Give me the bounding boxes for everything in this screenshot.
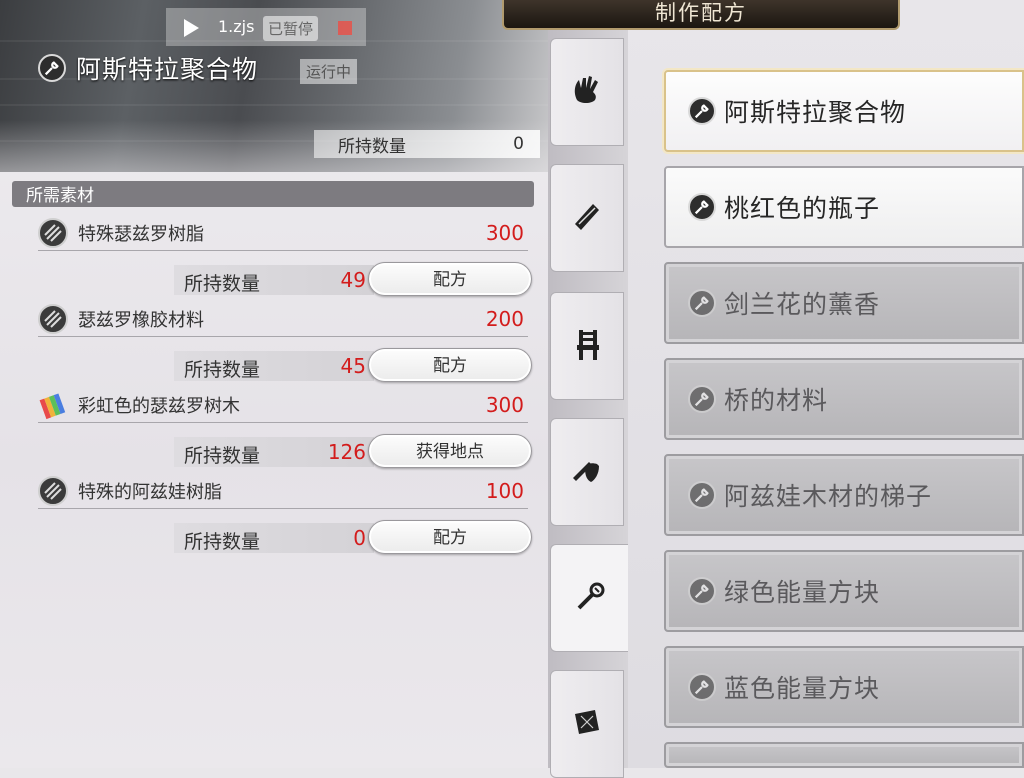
- tab-cloth[interactable]: [550, 164, 624, 272]
- resin-icon: [38, 476, 68, 506]
- rainbow-wood-icon: [38, 390, 68, 420]
- recipe-label: 绿色能量方块: [724, 578, 881, 607]
- material-required: 200: [485, 307, 524, 331]
- play-icon[interactable]: [184, 19, 199, 37]
- recipe-item[interactable]: 桃红色的瓶子: [664, 166, 1024, 248]
- source-location-button[interactable]: 获得地点: [368, 434, 532, 468]
- held-value: 126: [327, 440, 366, 464]
- recipe-item[interactable]: 剑兰花的薰香: [664, 262, 1024, 344]
- detail-panel: 阿斯特拉聚合物 1.zjs 已暂停 运行中 所持数量 0 所需素材 特殊瑟兹罗树…: [0, 0, 548, 768]
- tools-icon: [571, 576, 611, 620]
- running-badge: 运行中: [300, 59, 358, 84]
- held-value: 0: [513, 134, 524, 154]
- script-overlay: 1.zjs 已暂停: [166, 8, 366, 46]
- tab-gloves[interactable]: [550, 38, 624, 146]
- resin-icon: [38, 218, 68, 248]
- recipe-label: 桃红色的瓶子: [724, 194, 881, 223]
- recipe-item[interactable]: 蓝色能量方块: [664, 646, 1024, 728]
- cloth-icon: [567, 196, 607, 240]
- material-name: 特殊的阿兹娃树脂: [78, 482, 222, 503]
- recipe-label: 阿兹娃木材的梯子: [724, 482, 933, 511]
- material-held: 所持数量 0: [174, 523, 374, 553]
- held-value: 49: [340, 268, 366, 292]
- recipe-item-partial[interactable]: [664, 742, 1024, 768]
- recipe-label: 剑兰花的薰香: [724, 290, 881, 319]
- script-name: 1.zjs: [218, 17, 255, 36]
- material-required: 300: [485, 221, 524, 245]
- recipe-button[interactable]: 配方: [368, 348, 532, 382]
- material-held: 所持数量 126: [174, 437, 374, 467]
- item-held-count: 所持数量 0: [314, 130, 540, 158]
- recipe-item-selected[interactable]: 阿斯特拉聚合物: [664, 70, 1024, 152]
- tools-icon: [688, 385, 716, 413]
- held-value: 0: [353, 526, 366, 550]
- material-item: 特殊瑟兹罗树脂 300 所持数量 49 配方: [38, 216, 532, 299]
- map-icon: [567, 702, 607, 746]
- tab-equipment[interactable]: [550, 418, 624, 526]
- material-required: 300: [485, 393, 524, 417]
- held-label: 所持数量: [184, 273, 261, 295]
- recipe-item[interactable]: 桥的材料: [664, 358, 1024, 440]
- category-tabs: [548, 0, 630, 778]
- glove-icon: [567, 70, 607, 114]
- material-name: 特殊瑟兹罗树脂: [78, 224, 204, 245]
- tab-map[interactable]: [550, 670, 624, 778]
- tools-icon: [688, 577, 716, 605]
- weapon-shield-icon: [567, 450, 607, 494]
- tab-tools[interactable]: [550, 544, 630, 652]
- held-label: 所持数量: [184, 445, 261, 467]
- material-name: 瑟兹罗橡胶材料: [78, 310, 204, 331]
- material-item: 彩虹色的瑟兹罗树木 300 所持数量 126 获得地点: [38, 388, 532, 471]
- tools-icon: [38, 54, 66, 82]
- recipe-label: 蓝色能量方块: [724, 674, 881, 703]
- materials-section-header: 所需素材: [12, 181, 534, 207]
- tools-icon: [688, 193, 716, 221]
- item-title: 阿斯特拉聚合物: [38, 50, 258, 86]
- tools-icon: [688, 673, 716, 701]
- material-item: 特殊的阿兹娃树脂 100 所持数量 0 配方: [38, 474, 532, 557]
- resin-icon: [38, 304, 68, 334]
- tools-icon: [688, 481, 716, 509]
- recipe-item[interactable]: 绿色能量方块: [664, 550, 1024, 632]
- material-held: 所持数量 45: [174, 351, 374, 381]
- material-held: 所持数量 49: [174, 265, 374, 295]
- recipe-button[interactable]: 配方: [368, 520, 532, 554]
- material-item: 瑟兹罗橡胶材料 200 所持数量 45 配方: [38, 302, 532, 385]
- page-title: 制作配方: [502, 0, 900, 30]
- chair-icon: [567, 324, 607, 368]
- recipe-item[interactable]: 阿兹娃木材的梯子: [664, 454, 1024, 536]
- material-required: 100: [485, 479, 524, 503]
- stop-icon[interactable]: [338, 21, 352, 35]
- held-label: 所持数量: [184, 531, 261, 553]
- tab-furniture[interactable]: [550, 292, 624, 400]
- held-value: 45: [340, 354, 366, 378]
- material-name: 彩虹色的瑟兹罗树木: [78, 396, 240, 417]
- recipe-label: 桥的材料: [724, 386, 829, 415]
- item-name: 阿斯特拉聚合物: [76, 55, 259, 84]
- held-label: 所持数量: [338, 136, 406, 157]
- recipe-button[interactable]: 配方: [368, 262, 532, 296]
- paused-badge: 已暂停: [263, 16, 319, 41]
- tools-icon: [688, 97, 716, 125]
- held-label: 所持数量: [184, 359, 261, 381]
- tools-icon: [688, 289, 716, 317]
- recipe-label: 阿斯特拉聚合物: [724, 98, 907, 127]
